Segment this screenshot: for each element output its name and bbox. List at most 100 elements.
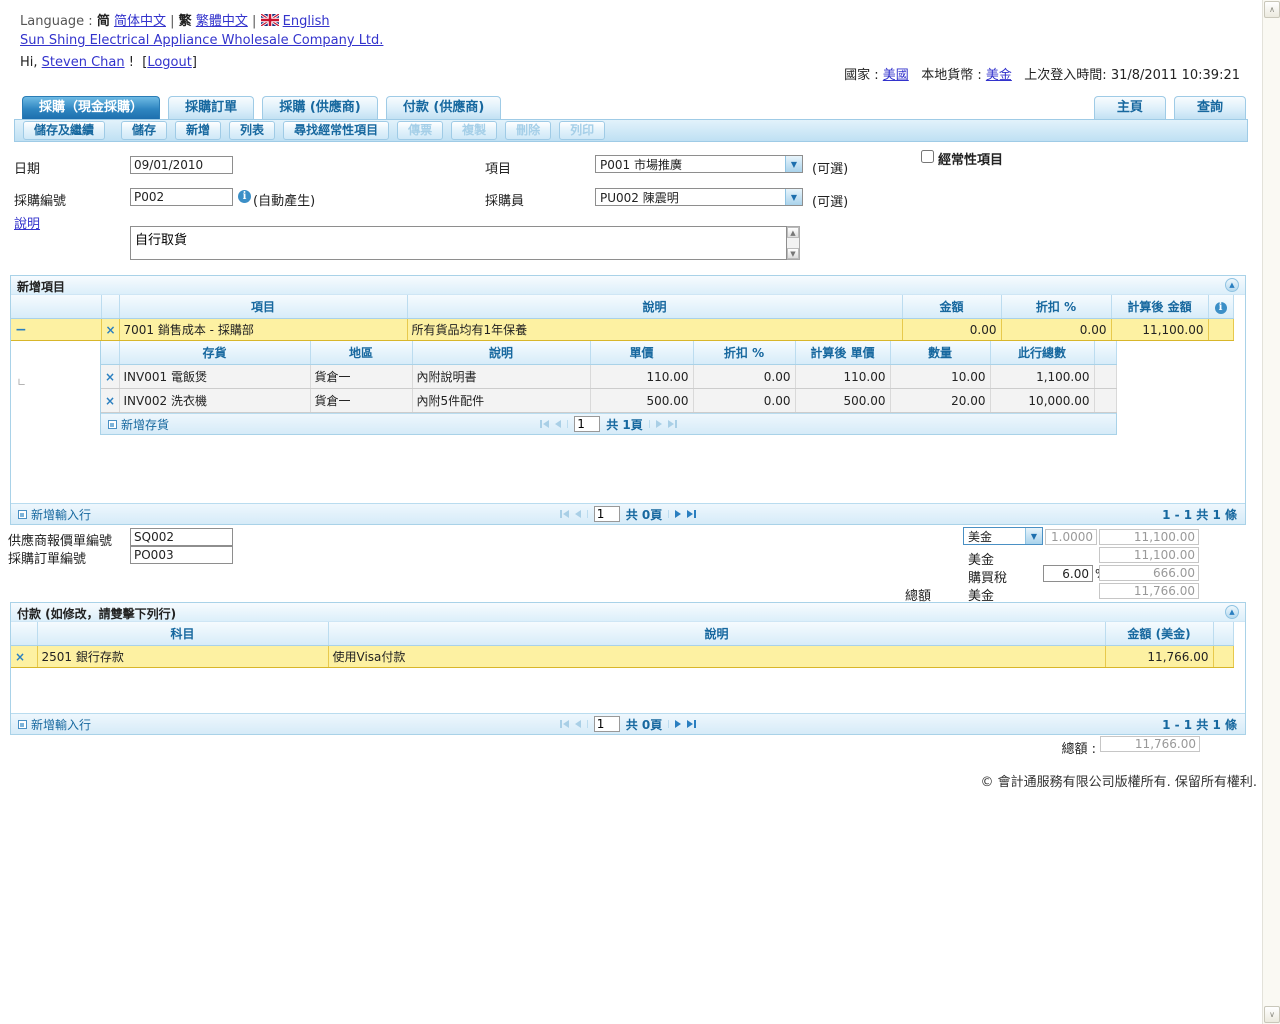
items-page-input[interactable]	[594, 506, 620, 522]
lang-simplified-link[interactable]: 简体中文	[114, 14, 166, 29]
payment-amount-cell: 11,766.00	[1105, 646, 1213, 668]
remark-textarea[interactable]: 自行取貨	[130, 226, 787, 260]
company-link[interactable]: Sun Shing Electrical Appliance Wholesale…	[20, 33, 383, 48]
save-button[interactable]: 儲存	[121, 121, 167, 140]
print-button: 列印	[559, 121, 605, 140]
spinner-up-icon[interactable]: ▲	[787, 227, 799, 238]
items-panel-header: 新增項目 ▲	[11, 276, 1245, 295]
purchaser-dropdown-icon[interactable]: ▼	[785, 189, 802, 205]
tab-home[interactable]: 主頁	[1094, 96, 1166, 119]
new-button[interactable]: 新增	[175, 121, 221, 140]
purchase-no-input[interactable]	[130, 188, 233, 206]
stock-col-line-total: 此行總數	[990, 341, 1094, 365]
delete-row-icon[interactable]: ×	[106, 323, 116, 337]
vertical-scrollbar[interactable]: ∧ ∨	[1262, 0, 1280, 1024]
currency-dropdown-icon[interactable]: ▼	[1025, 528, 1042, 544]
stock-page-input[interactable]	[574, 416, 600, 432]
stock-discount-cell: 0.00	[693, 389, 795, 413]
po-label: 採購訂單編號	[8, 548, 86, 567]
date-label: 日期	[14, 158, 40, 177]
stock-row[interactable]: × INV001 電飯煲 貨倉一 內附說明書 110.00 0.00 110.0…	[101, 365, 1116, 389]
delete-stock-icon[interactable]: ×	[105, 370, 115, 384]
logout-link[interactable]: Logout	[147, 55, 192, 70]
last-login-value: 31/8/2011 10:39:21	[1111, 68, 1240, 83]
country-label: 國家 :	[844, 68, 879, 83]
qty-cell: 10.00	[890, 365, 990, 389]
payment-row[interactable]: × 2501 銀行存款 使用Visa付款 11,766.00	[11, 646, 1233, 668]
line-total-cell: 10,000.00	[990, 389, 1094, 413]
lang-english-link[interactable]: English	[283, 14, 330, 29]
currency-select-value: 美金	[964, 528, 1025, 545]
purchaser-select[interactable]: PU002 陳震明 ▼	[595, 188, 803, 206]
scroll-down-icon[interactable]: ∨	[1264, 1006, 1280, 1023]
supplier-quote-input[interactable]	[130, 528, 233, 546]
find-recurring-button[interactable]: 尋找經常性項目	[283, 121, 389, 140]
spinner-down-icon[interactable]: ▼	[787, 248, 799, 259]
lang-traditional-link[interactable]: 繁體中文	[196, 14, 248, 29]
lang-sep2: |	[252, 14, 256, 29]
add-input-row-link[interactable]: 新增輸入行	[18, 506, 91, 523]
last-page-icon[interactable]	[687, 510, 696, 518]
grand-total-input	[1099, 583, 1199, 599]
next-page-icon[interactable]	[675, 510, 681, 518]
tab-purchase-cash[interactable]: 採購（現金採購）	[22, 96, 160, 119]
tab-purchase-order[interactable]: 採購訂單	[168, 96, 254, 119]
payment-page-total: 共 0頁	[626, 716, 663, 733]
delete-stock-icon[interactable]: ×	[105, 394, 115, 408]
list-button[interactable]: 列表	[229, 121, 275, 140]
stock-col-calc-unit-price: 計算後 單價	[795, 341, 890, 365]
stock-desc-cell: 內附5件配件	[412, 389, 590, 413]
currency-select[interactable]: 美金 ▼	[963, 527, 1043, 545]
tab-purchase-supplier[interactable]: 採購 (供應商)	[262, 96, 377, 119]
payment-col-desc: 說明	[328, 622, 1105, 646]
stock-header-row: 存貨 地區 說明 單價 折扣 % 計算後 單價 數量 此行總數	[101, 341, 1116, 365]
project-select[interactable]: P001 市場推廣 ▼	[595, 155, 803, 173]
prev-page-icon	[575, 720, 581, 728]
payment-panel: 付款 (如修改，請雙擊下列行) ▲ 科目 說明 金額 (美金) × 2501 銀…	[10, 602, 1246, 735]
date-input[interactable]	[130, 156, 233, 174]
remark-link[interactable]: 說明	[14, 213, 40, 232]
next-page-icon[interactable]	[675, 720, 681, 728]
add-payment-row-link[interactable]: 新增輸入行	[18, 716, 91, 733]
items-record-count: 1 - 1 共 1 條	[1162, 506, 1237, 523]
tab-bar: 採購（現金採購） 採購訂單 採購 (供應商) 付款 (供應商)	[22, 96, 505, 119]
item-desc-cell: 所有貨品均有1年保養	[407, 319, 902, 341]
items-row[interactable]: − × 7001 銷售成本 - 採購部 所有貨品均有1年保養 0.00 0.00…	[11, 319, 1233, 341]
stock-row[interactable]: × INV002 洗衣機 貨倉一 內附5件配件 500.00 0.00 500.…	[101, 389, 1116, 413]
remark-spinner: ▲ ▼	[787, 226, 800, 260]
add-payment-row-label: 新增輸入行	[31, 716, 91, 733]
stock-table: 存貨 地區 說明 單價 折扣 % 計算後 單價 數量 此行總數 × INV001…	[101, 341, 1117, 413]
stock-col-discount: 折扣 %	[693, 341, 795, 365]
line-total-cell: 1,100.00	[990, 365, 1094, 389]
items-collapse-icon[interactable]: ▲	[1225, 278, 1239, 292]
scroll-up-icon[interactable]: ∧	[1264, 1, 1280, 18]
stock-discount-cell: 0.00	[693, 365, 795, 389]
items-col-calc-amount: 計算後 金額	[1111, 295, 1208, 319]
items-panel-title: 新增項目	[17, 280, 65, 294]
toolbar: 儲存及繼續 儲存 新增 列表 尋找經常性項目 傳票 複製 刪除 列印	[14, 119, 1248, 142]
payment-desc-cell: 使用Visa付款	[328, 646, 1105, 668]
country-link[interactable]: 美國	[883, 68, 909, 83]
payment-col-account: 科目	[37, 622, 328, 646]
project-optional-hint: (可選)	[812, 158, 848, 177]
lang-sep: |	[170, 14, 174, 29]
last-page-icon[interactable]	[687, 720, 696, 728]
local-amount-input	[1099, 547, 1199, 563]
add-stock-link[interactable]: 新增存貨	[108, 416, 169, 433]
tax-rate-input[interactable]	[1043, 565, 1093, 582]
save-and-continue-button[interactable]: 儲存及繼續	[23, 121, 105, 140]
recurring-checkbox[interactable]	[921, 150, 934, 163]
tab-payment-supplier[interactable]: 付款 (供應商)	[386, 96, 501, 119]
stock-pager: 共 1頁	[534, 416, 683, 433]
project-dropdown-icon[interactable]: ▼	[785, 156, 802, 172]
po-input[interactable]	[130, 546, 233, 564]
stock-col-area: 地區	[310, 341, 412, 365]
payment-page-input[interactable]	[594, 716, 620, 732]
delete-payment-icon[interactable]: ×	[15, 650, 25, 664]
user-link[interactable]: Steven Chan	[42, 55, 125, 70]
payment-collapse-icon[interactable]: ▲	[1225, 605, 1239, 619]
purchaser-select-value: PU002 陳震明	[596, 189, 785, 206]
local-currency-link[interactable]: 美金	[986, 68, 1012, 83]
row-collapse-icon[interactable]: −	[15, 322, 27, 338]
tab-query[interactable]: 查詢	[1174, 96, 1246, 119]
